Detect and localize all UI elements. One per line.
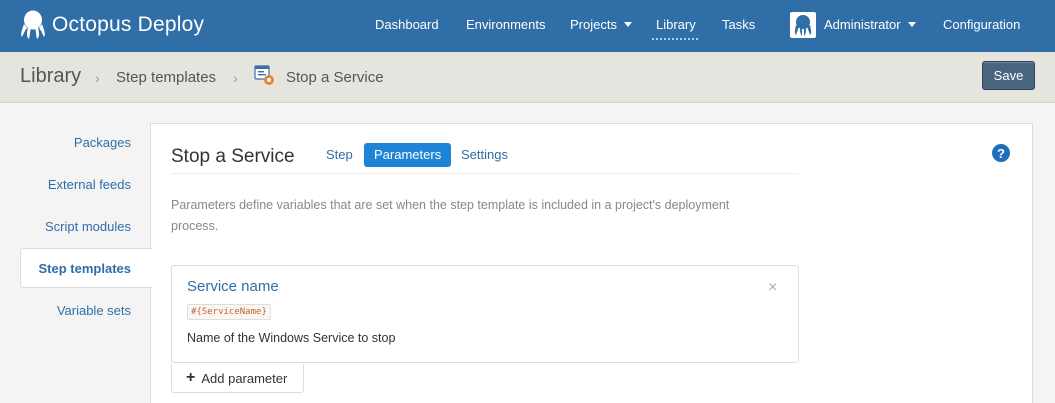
plus-icon: +	[186, 369, 196, 386]
breadcrumb: Library › Step templates › Stop a Servic…	[0, 52, 1055, 103]
nav-tasks[interactable]: Tasks	[722, 17, 755, 32]
parameter-variable-token: #{ServiceName}	[187, 304, 271, 320]
parameters-description: Parameters define variables that are set…	[171, 198, 730, 233]
nav-dashboard[interactable]: Dashboard	[375, 17, 439, 32]
tab-parameters[interactable]: Parameters	[364, 143, 452, 167]
brand-name: Octopus Deploy	[52, 13, 205, 36]
chevron-down-icon	[623, 22, 632, 27]
sidebar-item-label: Step templates	[38, 261, 131, 276]
parameter-help-text: Name of the Windows Service to stop	[187, 331, 396, 345]
chevron-right-icon: ›	[233, 70, 238, 86]
step-template-panel: Stop a Service Step Parameters Settings …	[150, 123, 1033, 403]
nav-active-indicator	[652, 38, 698, 40]
add-parameter-label: Add parameter	[201, 370, 288, 386]
brand[interactable]: Octopus Deploy	[20, 8, 204, 42]
nav-environments[interactable]: Environments	[466, 17, 545, 32]
sidebar-item-variable-sets[interactable]: Variable sets	[57, 303, 131, 318]
close-icon[interactable]: ×	[768, 279, 777, 297]
add-parameter-button[interactable]: + Add parameter	[171, 364, 304, 393]
user-avatar-icon	[794, 15, 812, 36]
avatar[interactable]	[790, 12, 816, 38]
sidebar-item-external-feeds[interactable]: External feeds	[48, 177, 131, 192]
nav-projects[interactable]: Projects	[570, 17, 632, 32]
nav-library[interactable]: Library	[656, 17, 696, 32]
sidebar-item-packages[interactable]: Packages	[74, 135, 131, 150]
chevron-down-icon	[907, 22, 916, 27]
help-icon[interactable]: ?	[992, 144, 1010, 162]
chevron-right-icon: ›	[95, 70, 100, 86]
nav-user-menu[interactable]: Administrator	[824, 17, 916, 32]
octopus-logo-icon	[21, 10, 45, 39]
breadcrumb-root[interactable]: Library	[20, 65, 81, 88]
breadcrumb-current: Stop a Service	[286, 69, 384, 86]
sidebar-item-script-modules[interactable]: Script modules	[45, 219, 131, 234]
step-template-icon	[254, 65, 276, 87]
save-button[interactable]: Save	[982, 61, 1035, 90]
breadcrumb-step-templates[interactable]: Step templates	[116, 69, 216, 86]
top-navbar: Octopus Deploy Dashboard Environments Pr…	[0, 0, 1055, 52]
divider	[171, 173, 798, 174]
page-title: Stop a Service	[171, 146, 295, 167]
nav-projects-label: Projects	[570, 17, 617, 32]
parameter-card: Service name × #{ServiceName} Name of th…	[171, 265, 799, 363]
nav-user-label: Administrator	[824, 17, 901, 32]
tab-settings[interactable]: Settings	[461, 143, 508, 167]
nav-configuration[interactable]: Configuration	[943, 17, 1020, 32]
sidebar-item-step-templates[interactable]: Step templates	[20, 248, 152, 288]
tab-step[interactable]: Step	[326, 143, 353, 167]
parameter-name-link[interactable]: Service name	[187, 278, 279, 295]
